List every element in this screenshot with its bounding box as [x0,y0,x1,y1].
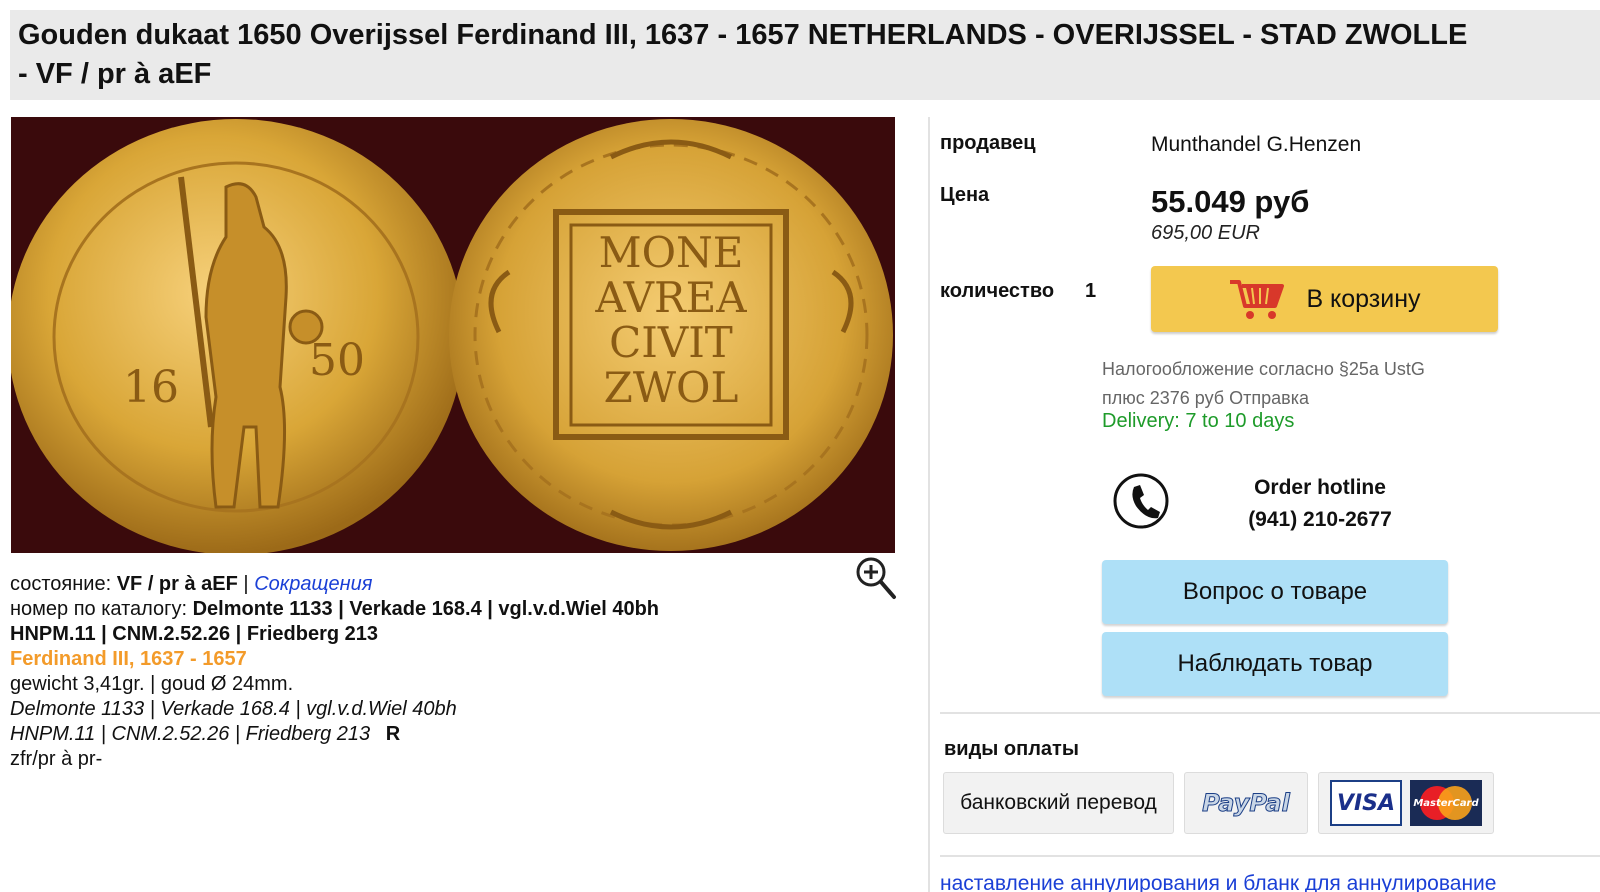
coin-reverse: MONE AVREA CIVIT ZWOL [449,119,893,551]
hotline-number[interactable]: (941) 210-2677 [1220,504,1420,536]
payment-cards: VISA MasterCard [1318,772,1494,834]
coin-legend-4: ZWOL [604,363,739,412]
item-details: состояние: VF / pr à aEF | Сокращения но… [10,572,870,772]
quantity-value[interactable]: 1 [1085,280,1096,303]
add-to-cart-label: В корзину [1306,284,1421,313]
visa-label: VISA [1336,790,1396,816]
bank-transfer-label: банковский перевод [960,791,1157,814]
order-hotline: Order hotline (941) 210-2677 [1220,472,1420,536]
catalog-value-line2: HNPM.11 | CNM.2.52.26 | Friedberg 213 [10,623,378,645]
coin-photo: 16 50 MONE AVREA CIVIT ZWOL [11,119,893,553]
coin-image[interactable]: 16 50 MONE AVREA CIVIT ZWOL [11,117,895,553]
payment-methods-title: виды оплаты [944,738,1079,760]
price-label: Цена [940,184,990,206]
coin-date-right: 50 [309,335,365,386]
separator: | [243,573,249,595]
references-line2: HNPM.11 | CNM.2.52.26 | Friedberg 213 [10,723,371,745]
catalog-row-2: HNPM.11 | CNM.2.52.26 | Friedberg 213 [10,622,870,647]
price-eur: 695,00 EUR [1151,222,1260,244]
column-divider [928,117,930,892]
divider-payment [940,712,1600,714]
add-to-cart-button[interactable]: В корзину [1151,266,1498,332]
references-row-2: HNPM.11 | CNM.2.52.26 | Friedberg 213 R [10,722,870,747]
catalog-value-line1: Delmonte 1133 | Verkade 168.4 | vgl.v.d.… [192,598,660,620]
catalog-label: номер по каталогу: [10,598,188,620]
phone-icon [1112,472,1170,530]
delivery-time: Delivery: 7 to 10 days [1102,410,1295,432]
page-title: Gouden dukaat 1650 Overijssel Ferdinand … [18,16,1600,94]
title-bar: Gouden dukaat 1650 Overijssel Ferdinand … [10,10,1600,100]
weight-text: gewicht 3,41gr. | goud Ø 24mm. [10,673,294,695]
visa-logo: VISA [1330,780,1402,826]
page-title-line2: - VF / pr à aEF [18,58,212,90]
coin-legend-1: MONE [599,228,744,277]
page-title-line1: Gouden dukaat 1650 Overijssel Ferdinand … [18,19,1468,51]
condition-label: состояние: [10,573,112,595]
tax-shipping-note: Налогообложение согласно §25a UstG плюс … [1102,355,1425,413]
price-value: 55.049 руб [1151,184,1310,219]
paypal-logo: PayPal [1202,789,1291,818]
ask-question-button[interactable]: Вопрос о товаре [1102,560,1448,624]
coin-obverse: 16 50 [11,119,464,553]
coin-date-left: 16 [123,362,179,413]
seller-value: Munthandel G.Henzen [1151,133,1362,156]
grade-note: zfr/pr à pr- [10,748,103,770]
shipping-note: плюс 2376 руб Отправка [1102,388,1309,408]
divider-bottom [940,855,1600,857]
watch-item-button[interactable]: Наблюдать товар [1102,632,1448,696]
cart-icon [1230,280,1285,319]
payment-paypal: PayPal [1184,772,1308,834]
mastercard-logo: MasterCard [1410,780,1482,826]
quantity-label: количество [940,280,1055,302]
cancellation-link[interactable]: наставление аннулирования и бланк для ан… [940,872,1496,892]
ruler-label: Ferdinand III, 1637 - 1657 [10,648,247,670]
coin-legend-2: AVREA [594,273,747,322]
rarity-badge: R [385,723,401,745]
references-line1: Delmonte 1133 | Verkade 168.4 | vgl.v.d.… [10,698,457,720]
tax-note: Налогообложение согласно §25a UstG [1102,359,1425,379]
payment-bank-transfer: банковский перевод [943,772,1174,834]
hotline-title: Order hotline [1254,476,1386,499]
condition-row: состояние: VF / pr à aEF | Сокращения [10,572,870,597]
catalog-row: номер по каталогу: Delmonte 1133 | Verka… [10,597,870,622]
coin-legend-3: CIVIT [609,318,733,367]
mastercard-label: MasterCard [1413,797,1479,809]
abbreviations-link[interactable]: Сокращения [254,573,372,595]
seller-label: продавец [940,132,1036,154]
condition-value: VF / pr à aEF [116,573,238,595]
